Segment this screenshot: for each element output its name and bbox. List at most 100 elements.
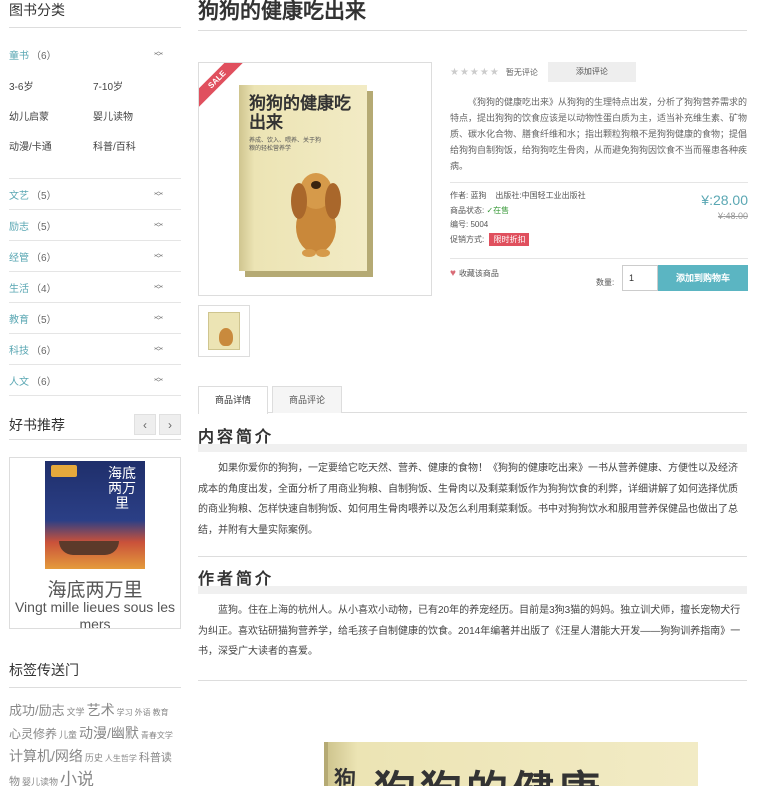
publisher-value[interactable]: 中国轻工业出版社	[522, 191, 586, 200]
tag-link[interactable]: 心灵修养	[9, 727, 57, 741]
expand-toggle-icon[interactable]: ︿ ﹀	[154, 373, 163, 388]
tag-link[interactable]: 儿童	[59, 730, 77, 740]
tag-link[interactable]: 动漫/幽默	[79, 725, 139, 741]
subcategory-link[interactable]: 动漫/卡通	[9, 140, 93, 170]
category-name[interactable]: 人文	[9, 377, 29, 388]
expand-toggle-icon[interactable]: ︿ ﹀	[154, 311, 163, 326]
detail-cover-title: 狗狗的健康	[374, 758, 604, 786]
code-value: 5004	[470, 220, 489, 229]
subcategory-link[interactable]: 3-6岁	[9, 80, 93, 110]
product-thumbnail[interactable]	[198, 305, 250, 357]
recommend-title: 好书推荐	[9, 417, 65, 433]
category-count: （6）	[31, 345, 57, 357]
category-count: （6）	[31, 376, 57, 388]
category-name[interactable]: 文艺	[9, 191, 29, 202]
chevron-left-icon[interactable]: ‹	[134, 414, 156, 435]
category-name[interactable]: 励志	[9, 222, 29, 233]
category-literature[interactable]: 文艺 （5） ︿ ﹀	[9, 179, 181, 210]
tab-reviews[interactable]: 商品评论	[272, 386, 342, 413]
subcategory-link[interactable]: 幼儿启蒙	[9, 110, 93, 140]
tag-link[interactable]: 婴儿读物	[22, 777, 58, 786]
category-name[interactable]: 童书	[9, 51, 29, 62]
category-education[interactable]: 教育 （5） ︿ ﹀	[9, 303, 181, 334]
product-meta: 作者: 蓝狗 出版社:中国轻工业出版社 商品状态: ✓在售 编号: 5004 促…	[450, 189, 748, 259]
expand-toggle-icon[interactable]: ︿ ﹀	[154, 280, 163, 295]
tag-link[interactable]: 学习	[117, 708, 133, 717]
category-count: （5）	[31, 314, 57, 326]
recommend-book-name[interactable]: 海底两万里	[10, 575, 180, 602]
tag-link[interactable]: 艺术	[87, 702, 115, 718]
chevron-right-icon[interactable]: ›	[159, 414, 181, 435]
tag-link[interactable]: 教育	[153, 708, 169, 717]
page-title: 狗狗的健康吃出来	[198, 0, 747, 31]
category-name[interactable]: 生活	[9, 284, 29, 295]
subcategory-link[interactable]: 科普/百科	[93, 140, 177, 170]
recommend-book-card[interactable]: 海底两万里 海底两万里 Vingt mille lieues sous les …	[9, 457, 181, 629]
tab-details[interactable]: 商品详情	[198, 386, 268, 414]
category-business[interactable]: 经管 （6） ︿ ﹀	[9, 241, 181, 272]
category-inspiration[interactable]: 励志 （5） ︿ ﹀	[9, 210, 181, 241]
subcategory-grid: 3-6岁 7-10岁 幼儿启蒙 婴儿读物 动漫/卡通 科普/百科	[9, 80, 181, 179]
cover-badge	[51, 465, 77, 477]
status-value: 在售	[493, 205, 510, 215]
favorite-link[interactable]: ♥ 收藏该商品	[450, 268, 499, 279]
favorite-label: 收藏该商品	[458, 269, 499, 278]
author-text: 蓝狗。住在上海的杭州人。从小喜欢小动物，已有20年的养宠经历。目前是3狗3猫的妈…	[198, 605, 741, 657]
category-name[interactable]: 科技	[9, 346, 29, 357]
intro-text: 如果你爱你的狗狗，一定要给它吃天然、营养、健康的食物！《狗狗的健康吃出来》一书从…	[198, 463, 738, 536]
code-row: 编号: 5004	[450, 218, 748, 233]
tags-title: 标签传送门	[9, 660, 181, 688]
expand-toggle-icon[interactable]: ︿ ﹀	[154, 218, 163, 233]
code-label: 编号:	[450, 220, 471, 229]
tag-link[interactable]: 文学	[67, 707, 85, 717]
tag-link[interactable]: 青春文学	[141, 731, 173, 740]
no-review-text: 暂无评论	[505, 67, 538, 77]
subcategory-link[interactable]: 7-10岁	[93, 80, 177, 110]
category-name[interactable]: 教育	[9, 315, 29, 326]
tag-link[interactable]: 历史	[85, 753, 103, 763]
rating-row: ★★★★★ 暂无评论 添加评论	[450, 62, 748, 82]
quantity-input[interactable]	[622, 265, 658, 291]
category-life[interactable]: 生活 （4） ︿ ﹀	[9, 272, 181, 303]
intro-title: 内容简介	[198, 428, 747, 452]
recommend-book-cover[interactable]: 海底两万里	[45, 461, 145, 569]
category-count: （6）	[31, 252, 57, 264]
add-to-cart-button[interactable]: 添加到购物车	[658, 265, 748, 291]
book-cover: 狗狗的健康吃出来 养成、饮入、喂养、关于狗粮的轻松营养学	[239, 85, 367, 271]
category-children[interactable]: 童书 （6） ︿ ﹀	[9, 28, 181, 80]
expand-toggle-icon[interactable]: ︿ ﹀	[154, 249, 163, 264]
add-review-button[interactable]: 添加评论	[547, 62, 636, 82]
category-count: （5）	[31, 190, 57, 202]
tag-link[interactable]: 成功/励志	[9, 703, 65, 718]
rating-stars: ★★★★★	[450, 66, 500, 78]
detail-cover-side-text: 狗	[334, 767, 357, 786]
original-price: ¥:48.00	[717, 211, 748, 221]
category-title: 图书分类	[9, 0, 181, 28]
tag-link[interactable]: 外语	[135, 708, 151, 717]
category-name[interactable]: 经管	[9, 253, 29, 264]
category-technology[interactable]: 科技 （6） ︿ ﹀	[9, 334, 181, 365]
cover-title: 狗狗的健康吃出来	[249, 94, 351, 133]
quantity-label: 数量:	[596, 278, 615, 287]
recommend-cover-title: 海底两万里	[108, 466, 136, 512]
tag-link[interactable]: 小说	[60, 770, 94, 786]
tag-link[interactable]: 计算机/网络	[9, 748, 83, 764]
cover-subtitle: 养成、饮入、喂养、关于狗粮的轻松营养学	[249, 138, 322, 152]
category-count: （5）	[31, 221, 57, 233]
expand-toggle-icon[interactable]: ︿ ﹀	[154, 47, 163, 62]
section-divider	[198, 556, 747, 557]
product-image[interactable]: SALE 狗狗的健康吃出来 养成、饮入、喂养、关于狗粮的轻松营养学	[198, 62, 432, 296]
detail-cover-image: 狗 狗狗的健康	[324, 742, 698, 786]
dog-illustration	[291, 173, 341, 257]
publisher-label: 出版社:	[495, 191, 522, 200]
category-count: （4）	[31, 283, 57, 295]
promo-label: 促销方式:	[450, 234, 487, 244]
expand-toggle-icon[interactable]: ︿ ﹀	[154, 187, 163, 202]
expand-toggle-icon[interactable]: ︿ ﹀	[154, 342, 163, 357]
tag-link[interactable]: 人生哲学	[105, 754, 137, 763]
author-value[interactable]: 蓝狗	[470, 191, 486, 200]
subcategory-link[interactable]: 婴儿读物	[93, 110, 177, 140]
heart-icon: ♥	[450, 268, 456, 279]
category-humanities[interactable]: 人文 （6） ︿ ﹀	[9, 365, 181, 396]
detail-tabs: 商品详情 商品评论	[198, 386, 747, 414]
